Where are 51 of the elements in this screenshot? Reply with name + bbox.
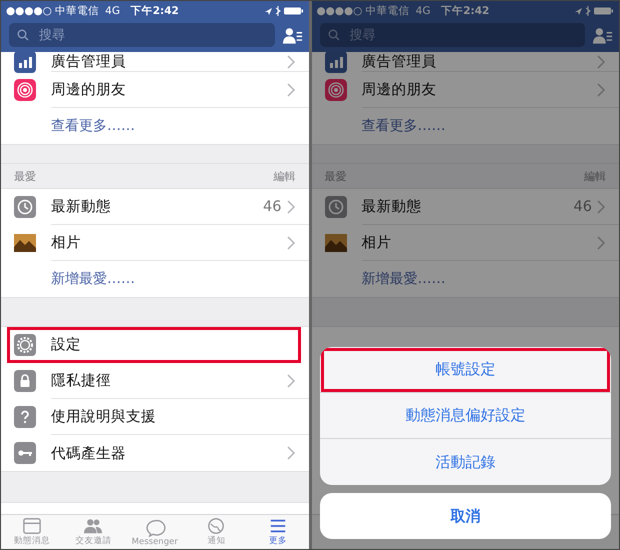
edit-link[interactable]: 編輯 (274, 168, 296, 184)
status-icons (264, 6, 304, 16)
tab-bar-item[interactable]: 更多 (247, 515, 308, 549)
cancel-button[interactable]: 取消 (320, 493, 611, 539)
network-text: 4G (416, 4, 430, 16)
target-icon (324, 79, 346, 101)
clock-text: 下午2:42 (130, 4, 179, 18)
menu-row[interactable]: 使用說明與支援 (1, 399, 308, 435)
menu-row[interactable]: 周邊的朋友 (1, 72, 308, 108)
clock-text: 下午2:42 (441, 4, 490, 18)
network-text: 4G (105, 4, 120, 16)
people-icon (82, 517, 104, 535)
action-option[interactable]: 活動記錄 (320, 439, 611, 485)
search-field[interactable]: 搜尋 (320, 23, 585, 47)
menu-row[interactable]: 最新動態 46 (1, 189, 308, 225)
see-more-link[interactable]: 新增最愛…… (362, 270, 446, 288)
menu-row[interactable]: 廣告管理員 (312, 52, 619, 72)
menu-row[interactable]: 最新動態 46 (312, 189, 619, 225)
target-icon (14, 79, 36, 101)
lock-icon (14, 370, 36, 392)
contacts-icon[interactable] (282, 26, 302, 44)
window-icon (20, 517, 43, 535)
see-more-link[interactable]: 新增最愛…… (51, 270, 135, 288)
clock-icon (324, 196, 346, 218)
search-field[interactable]: 搜尋 (9, 23, 274, 47)
menu-row[interactable]: 相片 (1, 225, 308, 261)
search-icon (17, 29, 29, 41)
search-icon (328, 29, 340, 41)
gear-icon (14, 334, 36, 356)
clock-icon (14, 196, 36, 218)
see-more-link[interactable]: 查看更多…… (362, 117, 446, 135)
photo-icon (14, 232, 36, 254)
carrier-text: ●●●●○ 中華電信 (6, 4, 100, 18)
key-icon (14, 442, 36, 464)
see-more-link[interactable]: 查看更多…… (51, 117, 135, 135)
photo-icon (324, 232, 346, 254)
section-header: 最愛 (324, 168, 346, 184)
menu-row[interactable]: 隱私捷徑 (1, 363, 308, 399)
status-icons (574, 6, 614, 16)
menu-row[interactable]: 代碼產生器 (1, 435, 308, 471)
menu-row[interactable]: 周邊的朋友 (312, 72, 619, 108)
contacts-icon[interactable] (593, 26, 613, 44)
menu-row[interactable]: 相片 (312, 225, 619, 261)
menu-row[interactable]: 設定 (7, 327, 300, 363)
action-option[interactable]: 動態消息偏好設定 (320, 393, 611, 439)
chat-bubble-icon (144, 519, 166, 537)
question-mark-icon (14, 406, 36, 428)
carrier-text: ●●●●○ 中華電信 (316, 4, 410, 18)
menu-row[interactable]: 廣告管理員 (1, 52, 308, 72)
section-header: 最愛 (14, 168, 36, 184)
action-option[interactable]: 帳號設定 (320, 347, 611, 393)
